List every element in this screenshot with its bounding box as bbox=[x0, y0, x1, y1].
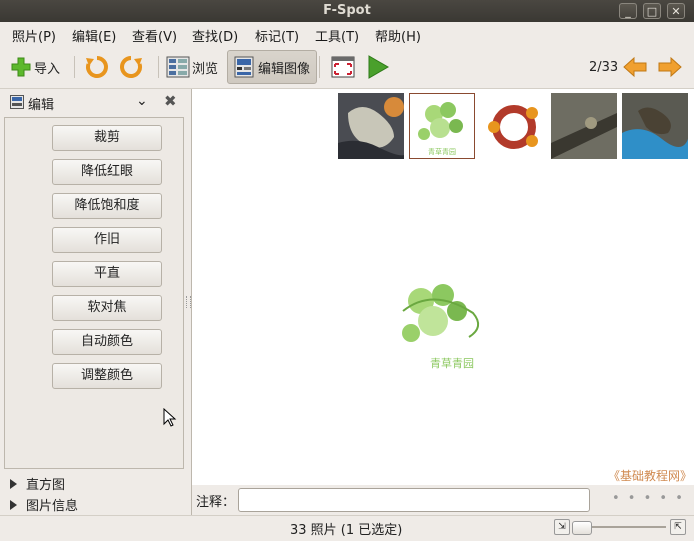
close-button[interactable]: ✕ bbox=[667, 3, 685, 19]
zoom-slider-handle[interactable] bbox=[572, 521, 592, 535]
minimize-button[interactable]: _ bbox=[619, 3, 637, 19]
toolbar-separator bbox=[74, 56, 75, 78]
menu-find[interactable]: 查找(D) bbox=[192, 26, 238, 45]
expand-arrow-icon bbox=[10, 478, 17, 489]
zoom-out-icon[interactable]: ⇲ bbox=[554, 519, 570, 535]
toolbar-separator bbox=[158, 56, 159, 78]
rotate-right-button[interactable] bbox=[118, 50, 144, 84]
fullscreen-icon bbox=[331, 56, 355, 78]
toolbar: 导入 浏览 编辑图像 2/33 bbox=[0, 46, 694, 89]
edit-image-label: 编辑图像 bbox=[258, 61, 311, 77]
adjust-color-button[interactable]: 调整颜色 bbox=[52, 363, 162, 389]
crop-button[interactable]: 裁剪 bbox=[52, 125, 162, 151]
photo-view: 青草青园 青草青园 《基础教程网》 注释： • • • • • bbox=[191, 89, 694, 515]
fullscreen-button[interactable] bbox=[331, 50, 355, 84]
title-bar: F-Spot _ □ ✕ bbox=[0, 0, 694, 22]
previous-photo-button[interactable] bbox=[622, 50, 648, 84]
sidebar-header: 编辑 ⌄ ✖ bbox=[4, 91, 186, 113]
red-eye-button[interactable]: 降低红眼 bbox=[52, 159, 162, 185]
window-title: F-Spot bbox=[323, 3, 371, 18]
rock-photo-thumbnail bbox=[338, 93, 404, 159]
thumbnail[interactable] bbox=[622, 93, 688, 159]
menu-help[interactable]: 帮助(H) bbox=[375, 26, 421, 45]
comment-label: 注释： bbox=[196, 495, 236, 510]
menu-tags[interactable]: 标记(T) bbox=[255, 26, 299, 45]
toolbar-separator bbox=[319, 56, 320, 78]
shore-photo-thumbnail bbox=[622, 93, 688, 159]
import-label: 导入 bbox=[34, 61, 61, 77]
browse-label: 浏览 bbox=[192, 61, 219, 77]
close-icon[interactable]: ✖ bbox=[164, 92, 177, 110]
sidebar-title: 编辑 bbox=[28, 98, 55, 113]
site-credit: 《基础教程网》 bbox=[608, 469, 693, 483]
auto-color-button[interactable]: 自动颜色 bbox=[52, 329, 162, 355]
mouse-pointer-icon bbox=[163, 408, 177, 427]
histogram-expander[interactable]: 直方图 bbox=[10, 474, 65, 493]
straighten-button[interactable]: 平直 bbox=[52, 261, 162, 287]
maximize-button[interactable]: □ bbox=[643, 3, 661, 19]
menu-tools[interactable]: 工具(T) bbox=[315, 26, 359, 45]
play-icon bbox=[368, 55, 389, 79]
browse-button[interactable]: 浏览 bbox=[166, 50, 218, 84]
edit-image-icon bbox=[10, 95, 24, 109]
stone-photo-thumbnail bbox=[551, 93, 617, 159]
rotate-left-icon bbox=[86, 56, 108, 78]
arrow-right-icon bbox=[658, 56, 682, 78]
comment-field[interactable] bbox=[238, 488, 590, 512]
rotate-right-icon bbox=[120, 56, 142, 78]
slideshow-button[interactable] bbox=[366, 50, 390, 84]
photo-info-expander[interactable]: 图片信息 bbox=[10, 495, 78, 514]
next-photo-button[interactable] bbox=[657, 50, 683, 84]
expand-arrow-icon bbox=[10, 499, 17, 510]
photo-counter: 2/33 bbox=[589, 59, 619, 75]
photo-position: 2/33 bbox=[589, 50, 618, 84]
photo-info-label: 图片信息 bbox=[26, 499, 79, 514]
edit-sidebar: 编辑 ⌄ ✖ 裁剪 降低红眼 降低饱和度 作旧 平直 软对焦 自动颜色 调整颜色… bbox=[0, 89, 188, 515]
menu-bar: 照片(P) 编辑(E) 查看(V) 查找(D) 标记(T) 工具(T) 帮助(H… bbox=[0, 22, 694, 46]
thumbnail[interactable] bbox=[551, 93, 617, 159]
chevron-down-icon[interactable]: ⌄ bbox=[136, 93, 148, 109]
desaturate-button[interactable]: 降低饱和度 bbox=[52, 193, 162, 219]
edit-image-icon bbox=[234, 56, 254, 78]
edit-tools-panel: 裁剪 降低红眼 降低饱和度 作旧 平直 软对焦 自动颜色 调整颜色 bbox=[4, 117, 184, 469]
app-window: F-Spot _ □ ✕ 照片(P) 编辑(E) 查看(V) 查找(D) 标记(… bbox=[0, 0, 694, 541]
thumb-caption: 青草青园 bbox=[428, 147, 456, 156]
sepia-button[interactable]: 作旧 bbox=[52, 227, 162, 253]
import-button[interactable]: 导入 bbox=[10, 50, 60, 84]
menu-view[interactable]: 查看(V) bbox=[132, 26, 177, 45]
edit-image-button[interactable]: 编辑图像 bbox=[227, 50, 318, 84]
arrow-left-icon bbox=[623, 56, 647, 78]
zoom-in-icon[interactable]: ⇱ bbox=[670, 519, 686, 535]
photo-watermark: 青草青园 bbox=[430, 357, 474, 370]
browse-icon bbox=[166, 56, 190, 78]
soft-focus-button[interactable]: 软对焦 bbox=[52, 295, 162, 321]
status-bar: 33 照片 (1 已选定) ⇲ ⇱ bbox=[0, 515, 694, 541]
thumbnail[interactable] bbox=[338, 93, 404, 159]
clover-thumbnail: 青草青园 bbox=[410, 94, 474, 158]
menu-photo[interactable]: 照片(P) bbox=[12, 26, 56, 45]
selected-thumbnail[interactable]: 青草青园 bbox=[409, 93, 475, 159]
plus-icon bbox=[11, 57, 31, 77]
status-text: 33 照片 (1 已选定) bbox=[290, 523, 403, 538]
rating-dots[interactable]: • • • • • bbox=[612, 491, 685, 506]
menu-edit[interactable]: 编辑(E) bbox=[72, 26, 116, 45]
histogram-label: 直方图 bbox=[26, 478, 66, 493]
comment-row: 注释： • • • • • bbox=[192, 485, 694, 515]
rotate-left-button[interactable] bbox=[84, 50, 110, 84]
ubuntu-logo-thumbnail bbox=[480, 93, 546, 159]
thumbnail[interactable] bbox=[480, 93, 546, 159]
